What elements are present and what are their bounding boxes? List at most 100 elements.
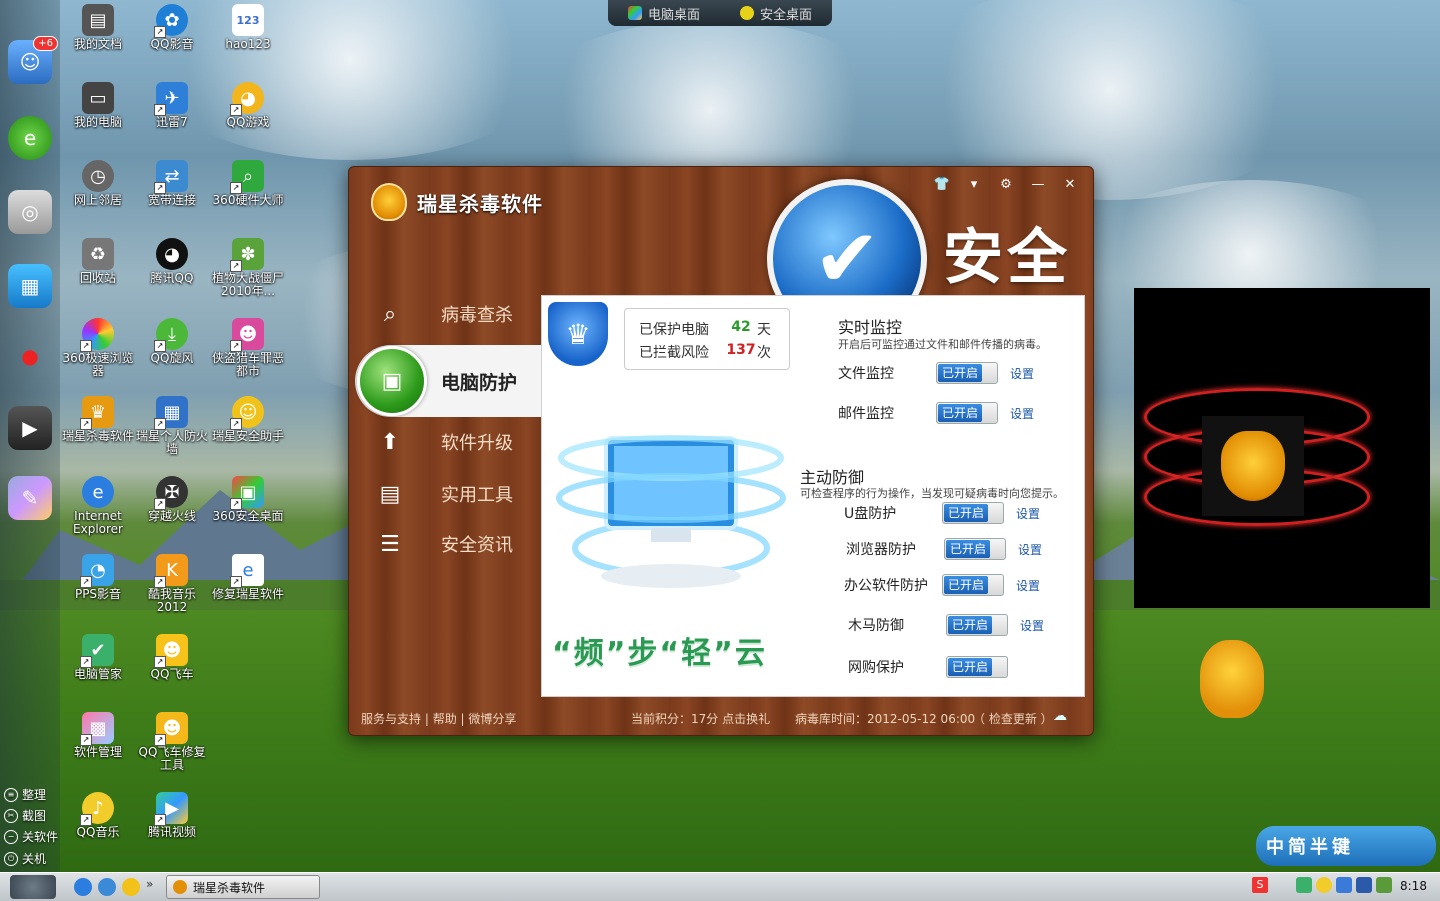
browser-protection-toggle[interactable]: 已开启 xyxy=(944,538,1006,560)
pps-icon: ◔ ↗ xyxy=(80,554,114,588)
support-link[interactable]: 服务与支持 xyxy=(361,712,421,726)
network-launch-button[interactable]: ◎ xyxy=(8,190,52,234)
desktop-icon-pvz[interactable]: ✽ ↗ 植物大战僵尸2010年... xyxy=(210,238,286,298)
ie-icon[interactable] xyxy=(74,878,92,896)
theme-launch-button[interactable]: ✎ xyxy=(8,476,52,520)
display-icon[interactable] xyxy=(1356,877,1372,893)
desktop-icon-pc-manager[interactable]: ✔ ↗ 电脑管家 xyxy=(60,634,136,681)
nav-software-update[interactable]: ⬆ 软件升级 xyxy=(375,417,541,467)
icon-label: 腾讯QQ xyxy=(150,271,194,285)
mail-monitor-toggle[interactable]: 已开启 xyxy=(936,402,998,424)
desktop-icon-my-documents[interactable]: ▤ 我的文档 xyxy=(60,4,136,51)
pc-desktop-tab[interactable]: 电脑桌面 xyxy=(627,4,700,23)
360-icon[interactable] xyxy=(122,878,140,896)
menu-icon[interactable]: ▾ xyxy=(965,177,983,192)
nav-pc-protection[interactable]: ▣ 电脑防护 xyxy=(355,345,541,417)
desktop-icon-hao123[interactable]: 123 hao123 xyxy=(210,4,286,51)
app-box-button[interactable]: ▦ xyxy=(8,264,52,308)
desktop-icon-thunder[interactable]: ✈ ↗ 迅雷7 xyxy=(134,82,210,129)
desktop-icon-broadband[interactable]: ⇄ ↗ 宽带连接 xyxy=(134,160,210,207)
check-update-link[interactable]: （ 检查更新 ） xyxy=(973,710,1053,727)
help-link[interactable]: 帮助 xyxy=(433,712,457,726)
browser-protection-settings-link[interactable]: 设置 xyxy=(1018,541,1042,558)
desktop-icon-repair-rising[interactable]: e ↗ 修复瑞星软件 xyxy=(210,554,286,601)
close-icon[interactable]: ✕ xyxy=(1061,177,1079,192)
desktop-icon-qq-player[interactable]: ✿ ↗ QQ影音 xyxy=(134,4,210,51)
desktop-icon-pps[interactable]: ◔ ↗ PPS影音 xyxy=(60,554,136,601)
points-link[interactable]: 当前积分：17分 点击换礼 xyxy=(631,710,770,727)
icon-label: 酷我音乐2012 xyxy=(147,587,196,614)
qq-penguin-icon: ◕ xyxy=(156,238,188,270)
shutdown-button[interactable]: ⏻ 关机 xyxy=(4,850,46,867)
lion-widget xyxy=(1134,288,1430,608)
usb-protection-settings-link[interactable]: 设置 xyxy=(1016,505,1040,522)
desktop-icon-qq[interactable]: ◕ 腾讯QQ xyxy=(134,238,210,285)
desktop-icon-network[interactable]: ◷ 网上邻居 xyxy=(60,160,136,207)
trojan-defense-toggle[interactable]: 已开启 xyxy=(946,614,1008,636)
volume-icon[interactable] xyxy=(1376,877,1392,893)
start-button[interactable] xyxy=(10,875,56,899)
qq-icon[interactable] xyxy=(1316,877,1332,893)
input-method-bar[interactable]: 中简半键 xyxy=(1256,826,1436,866)
toggle-state: 已开启 xyxy=(944,576,988,594)
safe-desktop-tab[interactable]: 安全桌面 xyxy=(739,4,812,23)
file-monitor-toggle[interactable]: 已开启 xyxy=(936,362,998,384)
skin-icon[interactable]: 👕 xyxy=(933,177,951,192)
network-icon[interactable] xyxy=(1336,877,1352,893)
desktop-switcher: 电脑桌面 安全桌面 xyxy=(608,0,832,26)
taskbar-task-rising[interactable]: 瑞星杀毒软件 xyxy=(166,875,320,899)
desktop-icon-gta[interactable]: ☻ ↗ 侠盗猎车罪恶都市 xyxy=(210,318,286,378)
nav-virus-scan[interactable]: ⌕ 病毒查杀 xyxy=(375,289,541,339)
trojan-defense-settings-link[interactable]: 设置 xyxy=(1020,617,1044,634)
nav-security-news[interactable]: ☰ 安全资讯 xyxy=(375,519,541,569)
desktop-icon-360-hardware[interactable]: ⌕ ↗ 360硬件大师 xyxy=(210,160,286,207)
lion-mascot-icon[interactable] xyxy=(1200,640,1264,718)
desktop-icon-ie[interactable]: e Internet Explorer xyxy=(60,476,136,536)
desktop-icon-my-computer[interactable]: ▭ 我的电脑 xyxy=(60,82,136,129)
close-software-button[interactable]: − 关软件 xyxy=(4,828,58,845)
icon-label: QQ旋风 xyxy=(150,351,194,365)
icon-label: 360安全桌面 xyxy=(212,509,284,523)
icon-label: 瑞星杀毒软件 xyxy=(61,429,134,443)
office-protection-settings-link[interactable]: 设置 xyxy=(1016,577,1040,594)
gta-icon: ☻ ↗ xyxy=(230,318,264,352)
desktop-icon-rising-antivirus[interactable]: ♛ ↗ 瑞星杀毒软件 xyxy=(60,396,136,443)
desktop-icon-kuwo[interactable]: K ↗ 酷我音乐2012 xyxy=(134,554,210,614)
desktop-icon-360-desktop[interactable]: ▣ ↗ 360安全桌面 xyxy=(210,476,286,523)
mail-monitor-settings-link[interactable]: 设置 xyxy=(1010,405,1034,422)
desktop-icon-crossfire[interactable]: ✠ ↗ 穿越火线 xyxy=(134,476,210,523)
shopping-protection-toggle[interactable]: 已开启 xyxy=(946,656,1008,678)
option-name: 办公软件防护 xyxy=(844,578,928,594)
browser-icon[interactable] xyxy=(98,878,116,896)
usb-protection-toggle[interactable]: 已开启 xyxy=(942,502,1004,524)
desktop-icon-tencent-video[interactable]: ▶ ↗ 腾讯视频 xyxy=(134,792,210,839)
desktop-icon-software-manager[interactable]: ▩ ↗ 软件管理 xyxy=(60,712,136,759)
shield-icon[interactable] xyxy=(1296,877,1312,893)
monitor-shield-icon: ▣ xyxy=(357,346,427,416)
desktop-icon-rising-assistant[interactable]: ☺ ↗ 瑞星安全助手 xyxy=(210,396,286,443)
user-center-button[interactable]: ☺ +6 xyxy=(8,36,58,84)
browser-launch-button[interactable]: e xyxy=(8,116,52,160)
desktop-icon-rising-firewall[interactable]: ▦ ↗ 瑞星个人防火墙 xyxy=(134,396,210,456)
office-protection-toggle[interactable]: 已开启 xyxy=(942,574,1004,596)
desktop-icon-qq-speed-repair[interactable]: ☻ ↗ QQ飞车修复工具 xyxy=(134,712,210,772)
organize-button[interactable]: ≡ 整理 xyxy=(4,786,46,803)
weibo-share-link[interactable]: 微博分享 xyxy=(468,712,516,726)
minimize-icon[interactable]: — xyxy=(1029,177,1047,192)
desktop-icon-qq-whirlwind[interactable]: ⤓ ↗ QQ旋风 xyxy=(134,318,210,365)
desktop-icon-qq-game[interactable]: ◕ ↗ QQ游戏 xyxy=(210,82,286,129)
desktop-icon-qq-speed[interactable]: ☻ ↗ QQ飞车 xyxy=(134,634,210,681)
icon-label: 电脑管家 xyxy=(73,667,122,681)
desktop-icon-qq-music[interactable]: ♪ ↗ QQ音乐 xyxy=(60,792,136,839)
sogou-icon[interactable]: S xyxy=(1252,877,1268,893)
game-launch-button[interactable]: ● xyxy=(8,334,52,378)
file-monitor-settings-link[interactable]: 设置 xyxy=(1010,365,1034,382)
desktop-icon-360-browser[interactable]: ↗ 360极速浏览器 xyxy=(60,318,136,378)
expand-chevron-icon[interactable]: » xyxy=(146,877,153,891)
settings-gear-icon[interactable]: ⚙ xyxy=(997,177,1015,192)
window-title-bar[interactable]: 瑞星杀毒软件 xyxy=(371,183,543,221)
video-launch-button[interactable]: ▶ xyxy=(8,406,52,450)
desktop-icon-recycle-bin[interactable]: ♻ 回收站 xyxy=(60,238,136,285)
nav-tools[interactable]: ▤ 实用工具 xyxy=(375,469,541,519)
screenshot-button[interactable]: ✂ 截图 xyxy=(4,807,46,824)
